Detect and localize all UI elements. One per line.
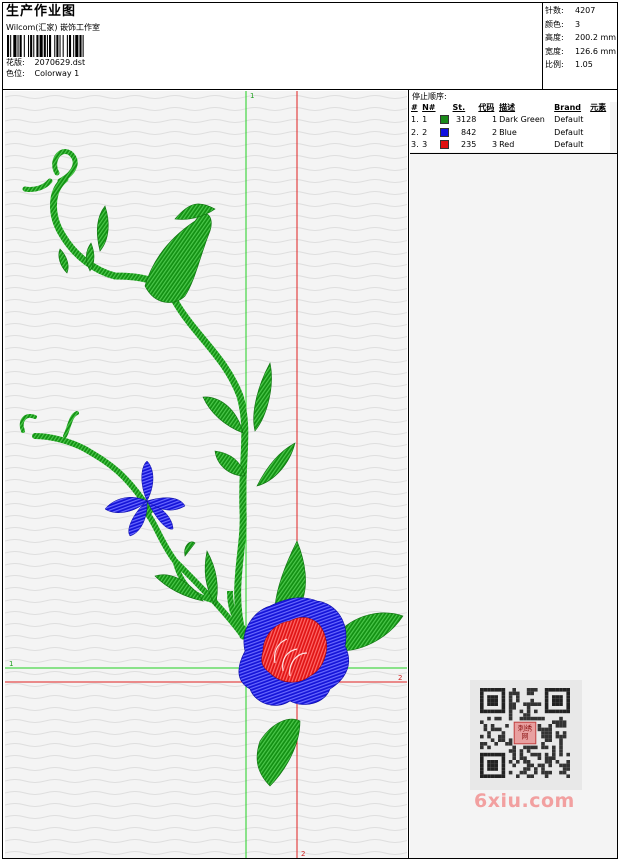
col-brand: Brand xyxy=(554,103,582,112)
design-canvas: 1 1 2 2 xyxy=(5,91,407,858)
qr-code-image: 刺绣网 xyxy=(480,688,570,778)
stat-width: 宽度: 126.6 mm xyxy=(545,46,617,56)
col-stitches: St. xyxy=(452,103,466,112)
col-description: 描述 xyxy=(499,103,516,112)
header-divider xyxy=(3,89,617,90)
col-code: 代码 xyxy=(478,103,495,112)
color-swatch xyxy=(439,127,449,137)
colorway-label: 色位: xyxy=(6,69,25,78)
stop-sequence-table: # N# St. 代码 描述 Brand 元素 1. 1 3128 1 Dark… xyxy=(410,102,610,152)
color-swatch xyxy=(439,140,449,149)
stop-sequence-title: 停止顺序: xyxy=(410,91,617,102)
pattern-label: 花版: xyxy=(6,58,25,67)
stat-stitches: 针数: 4207 xyxy=(545,6,596,15)
embroidery-design: 1 1 2 2 xyxy=(5,91,407,858)
qr-center-text: 刺绣 xyxy=(518,723,532,732)
panel-divider xyxy=(408,90,409,859)
col-elements: 元素 xyxy=(590,103,607,112)
table-row: 2. 2 842 2 Blue Default xyxy=(411,127,584,137)
qr-center-text: 网 xyxy=(522,732,529,740)
stats-panel: 针数: 4207 颜色: 3 高度: 200.2 mm 宽度: 126.6 mm 比例:… xyxy=(542,3,619,89)
pattern-value: 2070629.dst xyxy=(34,58,86,67)
guide-v2-label: 2 xyxy=(301,850,305,858)
col-swatch xyxy=(439,102,452,114)
guide-h2-label: 2 xyxy=(398,674,402,682)
qr-code: 刺绣网 xyxy=(470,680,582,790)
stat-height: 高度: 200.2 mm xyxy=(545,33,617,42)
barcode xyxy=(7,35,84,57)
company-name: Wilcom(汇家) 嵌饰工作室 xyxy=(6,23,101,32)
guide-v1-label: 1 xyxy=(250,92,254,100)
col-num: # xyxy=(411,103,418,112)
table-divider xyxy=(410,152,617,154)
col-needle: N# xyxy=(422,103,436,112)
colorway-row: 色位: Colorway 1 xyxy=(6,68,536,79)
pattern-row: 花版: 2070629.dst xyxy=(6,57,536,68)
stat-ratio: 比例: 1.05 xyxy=(545,60,593,69)
table-row: 1. 1 3128 1 Dark Green Default xyxy=(411,115,584,124)
color-swatch xyxy=(439,115,449,124)
colorway-value: Colorway 1 xyxy=(34,69,80,78)
sheet-title: 生产作业图 xyxy=(6,4,77,19)
table-header-row: # N# St. 代码 描述 Brand 元素 xyxy=(410,102,610,114)
table-row: 3. 3 235 3 Red Default xyxy=(411,140,584,149)
stat-colors: 颜色: 3 xyxy=(545,19,581,29)
header-left: 生产作业图 Wilcom(汇家) 嵌饰工作室 花版: 2070629.dst 色… xyxy=(6,4,536,89)
site-watermark: 6xiu.com xyxy=(474,790,575,812)
guide-h1-label: 1 xyxy=(9,660,13,668)
